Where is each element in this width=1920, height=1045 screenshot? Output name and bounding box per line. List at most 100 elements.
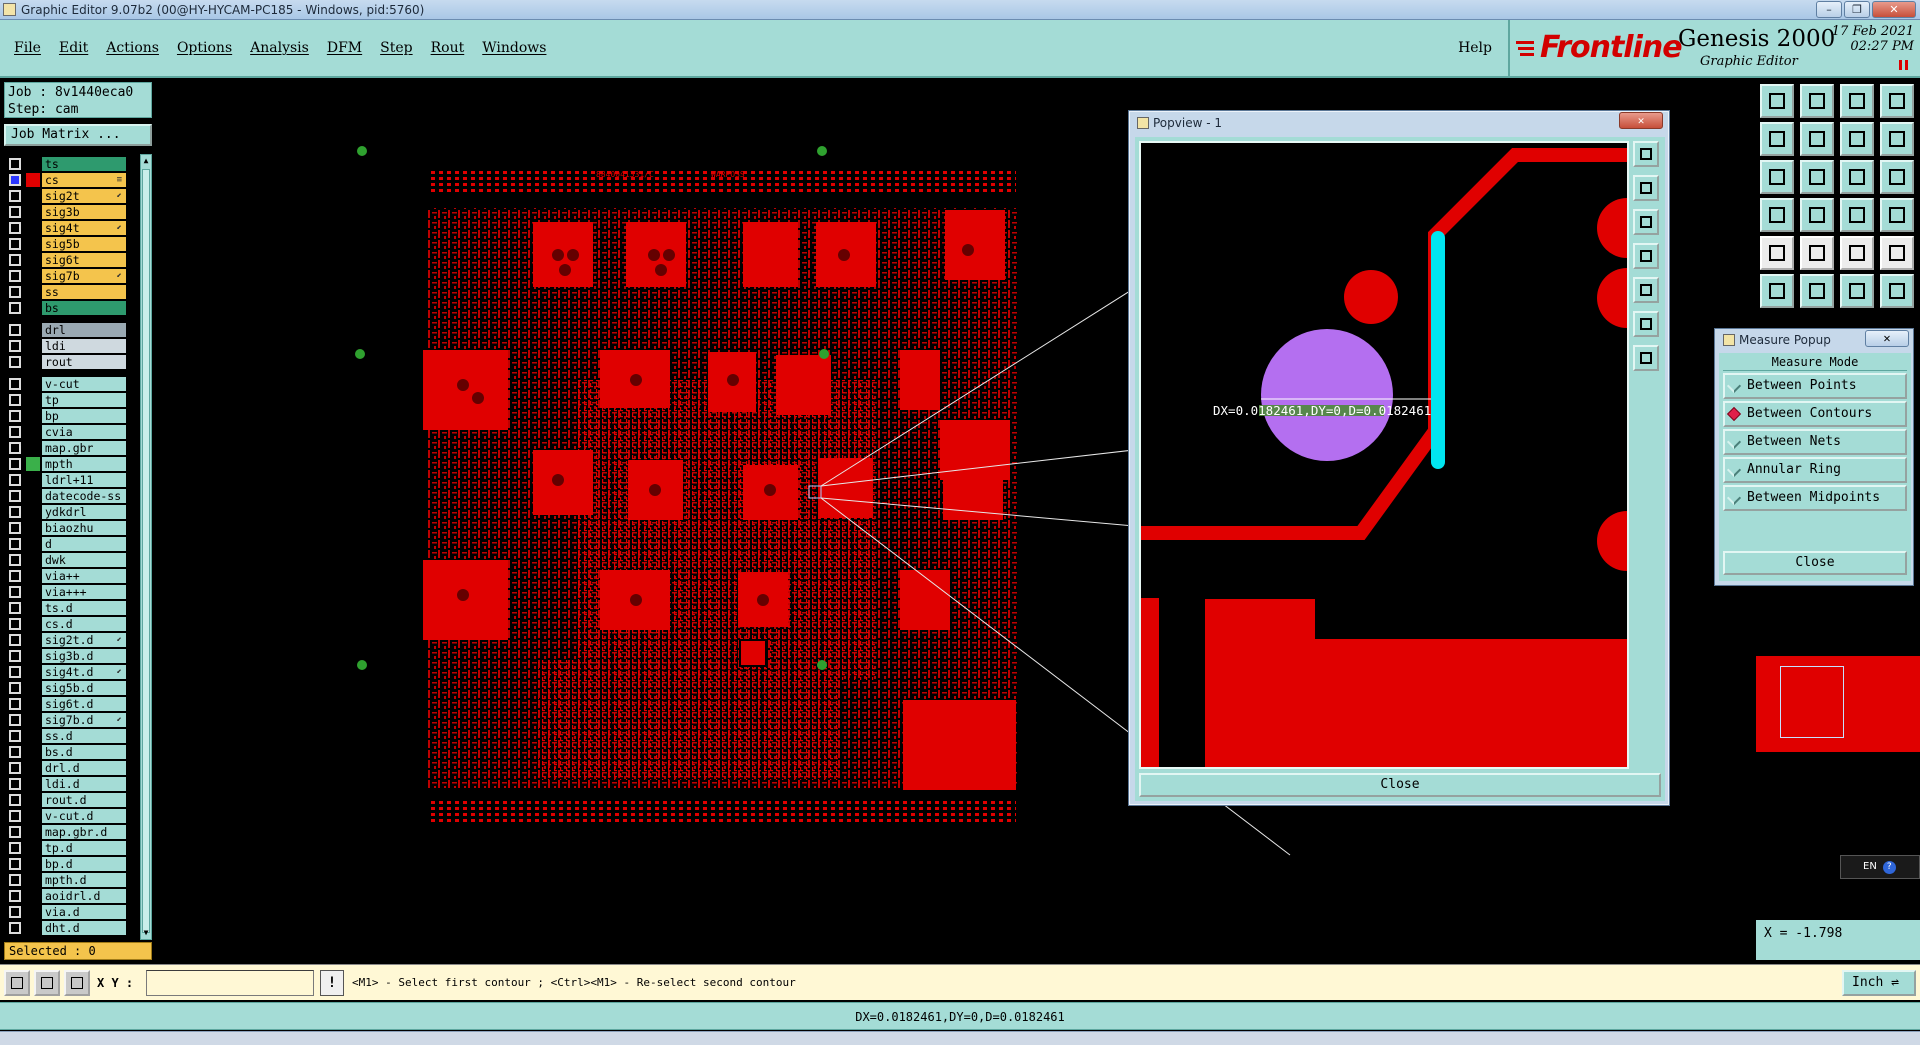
layer-row[interactable]: ss.d xyxy=(4,728,138,744)
layer-checkbox[interactable] xyxy=(9,506,21,518)
layer-row[interactable]: sig5b.d xyxy=(4,680,138,696)
layer-scrollbar[interactable]: ▲ ▼ xyxy=(140,154,152,940)
layer-name[interactable]: cs.d xyxy=(42,617,126,631)
layer-name[interactable]: via++ xyxy=(42,569,126,583)
layer-checkbox[interactable] xyxy=(9,634,21,646)
popview-zoom-in-icon[interactable] xyxy=(1633,141,1659,167)
layer-row[interactable]: sig2t ⬋ xyxy=(4,188,138,204)
layer-name[interactable]: sig3b.d xyxy=(42,649,126,663)
home-icon[interactable] xyxy=(1840,84,1874,118)
menu-file[interactable]: File xyxy=(14,40,41,56)
snap-mode-icon[interactable] xyxy=(4,970,30,996)
layer-row[interactable]: v-cut.d xyxy=(4,808,138,824)
layer-name[interactable]: dwk xyxy=(42,553,126,567)
layer-color-swatch[interactable] xyxy=(26,697,40,711)
layer-checkbox[interactable] xyxy=(9,698,21,710)
layer-color-swatch[interactable] xyxy=(26,173,40,187)
layer-checkbox[interactable] xyxy=(9,324,21,336)
layer-checkbox[interactable] xyxy=(9,890,21,902)
layer-checkbox[interactable] xyxy=(9,730,21,742)
layer-color-swatch[interactable] xyxy=(26,253,40,267)
layer-color-swatch[interactable] xyxy=(26,569,40,583)
layer-row[interactable]: sig7b ⬋ xyxy=(4,268,138,284)
layer-color-swatch[interactable] xyxy=(26,521,40,535)
layer-name[interactable]: rout xyxy=(42,355,126,369)
layer-color-swatch[interactable] xyxy=(26,339,40,353)
layer-row[interactable]: drl xyxy=(4,322,138,338)
layer-checkbox[interactable] xyxy=(9,410,21,422)
film-icon[interactable] xyxy=(1760,198,1794,232)
warning-icon[interactable]: ! xyxy=(320,970,344,996)
layer-checkbox[interactable] xyxy=(9,426,21,438)
layer-checkbox[interactable] xyxy=(9,714,21,726)
layer-checkbox[interactable] xyxy=(9,794,21,806)
overview-viewport-frame[interactable] xyxy=(1780,666,1844,738)
layer-checkbox[interactable] xyxy=(9,538,21,550)
layer-row[interactable]: bp xyxy=(4,408,138,424)
layer-checkbox[interactable] xyxy=(9,238,21,250)
layer-checkbox[interactable] xyxy=(9,810,21,822)
layer-name[interactable]: dht.d xyxy=(42,921,126,935)
layer-color-swatch[interactable] xyxy=(26,825,40,839)
layer-row[interactable]: bp.d xyxy=(4,856,138,872)
menu-dfm[interactable]: DFM xyxy=(327,40,362,56)
layer-checkbox[interactable] xyxy=(9,490,21,502)
layer-color-swatch[interactable] xyxy=(26,633,40,647)
mode-between-nets[interactable]: Between Nets xyxy=(1723,429,1907,455)
layer-color-swatch[interactable] xyxy=(26,873,40,887)
layer-color-swatch[interactable] xyxy=(26,601,40,615)
connect-icon[interactable] xyxy=(1760,274,1794,308)
layer-row[interactable]: aoidrl.d xyxy=(4,888,138,904)
layer-checkbox[interactable] xyxy=(9,746,21,758)
fit-icon[interactable] xyxy=(1760,160,1794,194)
layer-row[interactable]: sig4t ⬋ xyxy=(4,220,138,236)
layer-row[interactable]: mpth.d xyxy=(4,872,138,888)
layer-name[interactable]: cvia xyxy=(42,425,126,439)
layer-name[interactable]: bs xyxy=(42,301,126,315)
layer-name[interactable]: rout.d xyxy=(42,793,126,807)
route-icon[interactable] xyxy=(1840,274,1874,308)
net-b-icon[interactable] xyxy=(1880,198,1914,232)
layer-checkbox[interactable] xyxy=(9,778,21,790)
layer-checkbox[interactable] xyxy=(9,618,21,630)
layer-name[interactable]: sig2t ⬋ xyxy=(42,189,126,203)
line-icon[interactable] xyxy=(1880,274,1914,308)
scroll-up-icon[interactable]: ▲ xyxy=(142,156,150,166)
layer-checkbox[interactable] xyxy=(9,874,21,886)
menu-windows[interactable]: Windows xyxy=(482,40,546,56)
layer-checkbox[interactable] xyxy=(9,682,21,694)
layer-name[interactable]: bp.d xyxy=(42,857,126,871)
layer-checkbox[interactable] xyxy=(9,554,21,566)
language-indicator[interactable]: EN? xyxy=(1840,855,1920,879)
layer-checkbox[interactable] xyxy=(9,458,21,470)
layer-color-swatch[interactable] xyxy=(26,237,40,251)
layer-color-swatch[interactable] xyxy=(26,617,40,631)
layer-row[interactable]: sig4t.d ⬋ xyxy=(4,664,138,680)
grid-icon[interactable] xyxy=(1880,84,1914,118)
layer-color-swatch[interactable] xyxy=(26,809,40,823)
layer-name[interactable]: sig2t.d ⬋ xyxy=(42,633,126,647)
popview-center-icon[interactable] xyxy=(1633,345,1659,371)
layer-name[interactable]: ss.d xyxy=(42,729,126,743)
layer-name[interactable]: sig3b xyxy=(42,205,126,219)
layer-row[interactable]: map.gbr xyxy=(4,440,138,456)
layer-row[interactable]: ldi xyxy=(4,338,138,354)
layer-name[interactable]: tp xyxy=(42,393,126,407)
mode-between-midpoints[interactable]: Between Midpoints xyxy=(1723,485,1907,511)
layer-row[interactable]: biaozhu xyxy=(4,520,138,536)
xy-input[interactable] xyxy=(146,970,314,996)
layer-name[interactable]: ts.d xyxy=(42,601,126,615)
layer-checkbox[interactable] xyxy=(9,858,21,870)
layer-row[interactable]: tp xyxy=(4,392,138,408)
layer-name[interactable]: mpth.d xyxy=(42,873,126,887)
layer-checkbox[interactable] xyxy=(9,842,21,854)
layer-checkbox[interactable] xyxy=(9,826,21,838)
layer-color-swatch[interactable] xyxy=(26,323,40,337)
layer-name[interactable]: sig4t ⬋ xyxy=(42,221,126,235)
layer-row[interactable]: cvia xyxy=(4,424,138,440)
menu-rout[interactable]: Rout xyxy=(431,40,465,56)
layer-color-swatch[interactable] xyxy=(26,393,40,407)
layer-color-swatch[interactable] xyxy=(26,221,40,235)
layer-name[interactable]: sig4t.d ⬋ xyxy=(42,665,126,679)
layer-color-swatch[interactable] xyxy=(26,713,40,727)
